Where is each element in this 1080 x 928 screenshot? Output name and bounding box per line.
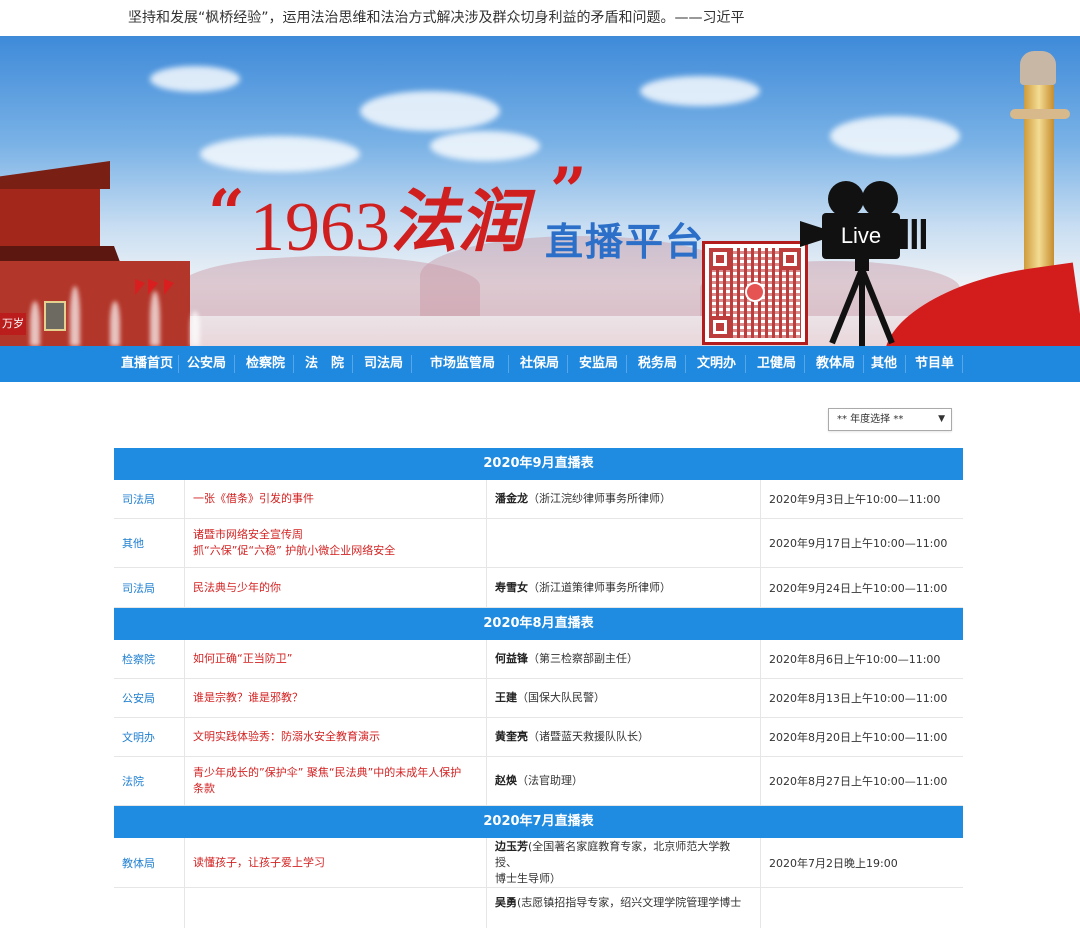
- nav-item-procuratorate[interactable]: 检察院: [246, 346, 285, 382]
- nav-item-court[interactable]: 法 院: [305, 346, 344, 382]
- row-time: 2020年8月13日上午10:00—11:00: [769, 692, 948, 705]
- banner: 万岁 “ 1963 法润 ” 直播平台 Live: [0, 36, 1080, 346]
- nav-item-police[interactable]: 公安局: [187, 346, 226, 382]
- year-select-value: ** 年度选择 **: [837, 414, 904, 425]
- nav-item-program-list[interactable]: 节目单: [915, 346, 954, 382]
- year-select[interactable]: ** 年度选择 ** ▼: [828, 408, 952, 431]
- table-row: 法院 青少年成长的”保护伞” 聚焦“民法典”中的未成年人保护 条款 赵焕（法官助理…: [114, 757, 963, 806]
- row-time: 2020年9月17日上午10:00—11:00: [769, 537, 948, 550]
- row-topic[interactable]: [185, 888, 487, 928]
- table-row: 司法局 民法典与少年的你 寿雪女（浙江道策律师事务所律师） 2020年9月24日…: [114, 568, 963, 608]
- movie-camera-icon: Live: [800, 181, 930, 346]
- row-topic[interactable]: 一张《借条》引发的事件: [185, 480, 487, 518]
- nav-item-safety[interactable]: 安监局: [579, 346, 618, 382]
- row-topic[interactable]: 青少年成长的”保护伞” 聚焦“民法典”中的未成年人保护 条款: [185, 757, 487, 805]
- nav-item-home[interactable]: 直播首页: [121, 346, 173, 382]
- row-guest: 吴勇(志愿镇招指导专家，绍兴文理学院管理学博士: [487, 888, 761, 928]
- nav-item-education[interactable]: 教体局: [816, 346, 855, 382]
- nav-item-other[interactable]: 其他: [871, 346, 897, 382]
- row-guest: 边玉芳(全国著名家庭教育专家，北京师范大学教授、 博士生导师）: [487, 838, 761, 887]
- row-dept[interactable]: 法院: [114, 757, 185, 805]
- cloud: [640, 76, 760, 106]
- table-row: 司法局 一张《借条》引发的事件 潘金龙（浙江浣纱律师事务所律师） 2020年9月…: [114, 480, 963, 519]
- portrait: [44, 301, 66, 331]
- leader-quote: 坚持和发展“枫桥经验”，运用法治思维和法治方式解决涉及群众切身利益的矛盾和问题。…: [128, 10, 745, 26]
- nav-item-health[interactable]: 卫健局: [757, 346, 796, 382]
- row-dept[interactable]: [114, 888, 185, 928]
- row-time: 2020年9月24日上午10:00—11:00: [769, 581, 948, 595]
- row-dept[interactable]: 司法局: [114, 568, 185, 607]
- qr-logo-icon: [745, 282, 765, 302]
- row-topic[interactable]: 文明实践体验秀：防溺水安全教育演示: [185, 718, 487, 756]
- gate-sign: 万岁: [0, 313, 26, 335]
- tiananmen-gate: 万岁: [0, 161, 200, 346]
- title-year: 1963: [250, 189, 390, 266]
- row-time: [761, 888, 963, 928]
- cloud: [200, 136, 360, 172]
- section-header: 2020年8月直播表: [114, 608, 963, 640]
- row-topic[interactable]: 读懂孩子，让孩子爱上学习: [185, 838, 487, 887]
- table-row: 检察院 如何正确“正当防卫” 何益锋（第三检察部副主任） 2020年8月6日上午…: [114, 640, 963, 679]
- row-guest: 赵焕（法官助理）: [487, 757, 761, 805]
- table-row: 公安局 谁是宗教？谁是邪教？ 王建（国保大队民警） 2020年8月13日上午10…: [114, 679, 963, 718]
- cloud: [360, 91, 500, 131]
- section-header: 2020年9月直播表: [114, 448, 963, 480]
- title-quote-left: “: [208, 176, 245, 251]
- row-dept[interactable]: 司法局: [114, 480, 185, 518]
- main-nav: 直播首页 公安局 检察院 法 院 司法局 市场监管局 社保局 安监局 税务局 文…: [0, 346, 1080, 382]
- row-dept[interactable]: 检察院: [114, 640, 185, 678]
- section-header: 2020年7月直播表: [114, 806, 963, 838]
- row-time: 2020年8月27日上午10:00—11:00: [769, 775, 948, 788]
- title-quote-right: ”: [550, 154, 587, 229]
- title-brand: 法润: [390, 182, 527, 262]
- row-time: 2020年8月20日上午10:00—11:00: [769, 731, 948, 744]
- nav-item-market-supervision[interactable]: 市场监管局: [430, 346, 495, 382]
- nav-item-civilization[interactable]: 文明办: [697, 346, 736, 382]
- row-topic[interactable]: 民法典与少年的你: [185, 568, 487, 607]
- row-guest: 黄奎亮（诸暨蓝天救援队队长）: [487, 718, 761, 756]
- table-row: 教体局 读懂孩子，让孩子爱上学习 边玉芳(全国著名家庭教育专家，北京师范大学教授…: [114, 838, 963, 888]
- nav-item-social-security[interactable]: 社保局: [520, 346, 559, 382]
- row-time: 2020年7月2日晚上19:00: [769, 856, 898, 870]
- camera-live-label: Live: [822, 213, 900, 259]
- row-topic[interactable]: 谁是宗教？谁是邪教？: [185, 679, 487, 717]
- row-topic[interactable]: 如何正确“正当防卫”: [185, 640, 487, 678]
- cloud: [150, 66, 240, 92]
- table-row: 文明办 文明实践体验秀：防溺水安全教育演示 黄奎亮（诸暨蓝天救援队队长） 202…: [114, 718, 963, 757]
- row-dept[interactable]: 文明办: [114, 718, 185, 756]
- nav-item-tax[interactable]: 税务局: [638, 346, 677, 382]
- row-topic[interactable]: 诸暨市网络安全宣传周 抓“六保”促“六稳” 护航小微企业网络安全: [185, 519, 487, 567]
- nav-item-justice[interactable]: 司法局: [364, 346, 403, 382]
- cloud: [830, 116, 960, 156]
- row-time: 2020年8月6日上午10:00—11:00: [769, 653, 941, 666]
- qr-code: [702, 241, 808, 345]
- row-guest: 王建（国保大队民警）: [487, 679, 761, 717]
- row-dept[interactable]: 公安局: [114, 679, 185, 717]
- row-dept[interactable]: 其他: [114, 519, 185, 567]
- row-dept[interactable]: 教体局: [114, 838, 185, 887]
- row-guest: 潘金龙（浙江浣纱律师事务所律师）: [487, 480, 761, 518]
- chevron-down-icon: ▼: [938, 414, 945, 424]
- quote-bar: 坚持和发展“枫桥经验”，运用法治思维和法治方式解决涉及群众切身利益的矛盾和问题。…: [0, 0, 1080, 36]
- title-platform: 直播平台: [545, 220, 706, 264]
- row-time: 2020年9月3日上午10:00—11:00: [769, 493, 941, 506]
- row-guest: [487, 519, 761, 567]
- table-row: 其他 诸暨市网络安全宣传周 抓“六保”促“六稳” 护航小微企业网络安全 2020年…: [114, 519, 963, 568]
- row-guest: 寿雪女（浙江道策律师事务所律师）: [487, 568, 761, 607]
- table-row: 吴勇(志愿镇招指导专家，绍兴文理学院管理学博士: [114, 888, 963, 928]
- cloud: [430, 131, 540, 161]
- row-guest: 何益锋（第三检察部副主任）: [487, 640, 761, 678]
